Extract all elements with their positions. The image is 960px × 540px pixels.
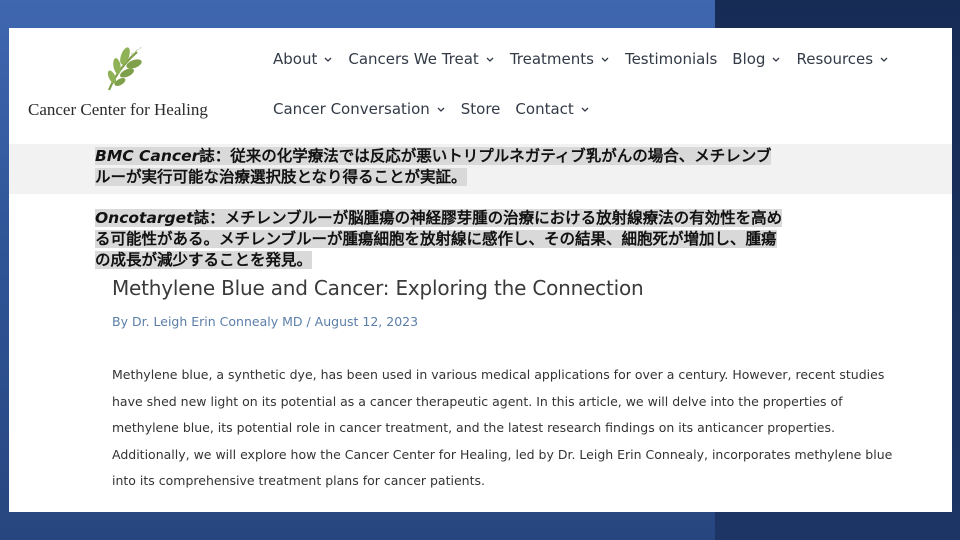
nav-item-cancers-we-treat[interactable]: Cancers We Treat — [348, 50, 494, 68]
highlight-text: ルーが実行可能な治療選択肢となり得ることが実証。 — [95, 168, 467, 186]
main-nav-row-1: About Cancers We Treat Treatments Testim… — [273, 50, 904, 68]
nav-label: Cancer Conversation — [273, 100, 430, 118]
highlight-bmc-cancer: BMC Cancer誌：従来の化学療法では反応が悪いトリプルネガティブ乳がんの場… — [95, 146, 895, 188]
chevron-down-icon — [436, 104, 446, 114]
nav-item-contact[interactable]: Contact — [515, 100, 589, 118]
chevron-down-icon — [600, 54, 610, 64]
highlight-text: の成長が減少することを発見。 — [95, 251, 313, 269]
site-logo-text[interactable]: Cancer Center for Healing — [28, 100, 208, 120]
article-title: Methylene Blue and Cancer: Exploring the… — [112, 276, 644, 300]
highlight-oncotarget: Oncotarget誌：メチレンブルーが脳腫瘍の神経膠芽腫の治療における放射線療… — [95, 208, 895, 271]
webpage-screenshot: Cancer Center for Healing About Cancers … — [9, 28, 952, 512]
nav-label: Blog — [732, 50, 766, 68]
nav-item-treatments[interactable]: Treatments — [510, 50, 610, 68]
nav-item-store[interactable]: Store — [461, 100, 501, 118]
nav-label: Treatments — [509, 50, 594, 68]
highlight-text: 誌：従来の化学療法では反応が悪いトリプルネガティブ乳がんの場合、メチレンブ — [199, 147, 772, 165]
nav-item-cancer-conversation[interactable]: Cancer Conversation — [273, 100, 446, 118]
nav-label: Testimonials — [624, 50, 718, 68]
main-nav-row-2: Cancer Conversation Store Contact — [273, 100, 605, 118]
nav-label: Store — [460, 100, 501, 118]
chevron-down-icon — [771, 54, 781, 64]
nav-label: About — [273, 50, 318, 68]
chevron-down-icon — [879, 54, 889, 64]
journal-name: BMC Cancer — [95, 147, 200, 165]
nav-label: Resources — [796, 50, 874, 68]
byline-prefix: By — [112, 314, 132, 329]
article-body: Methylene blue, a synthetic dye, has bee… — [112, 367, 893, 488]
highlight-text: 誌：メチレンブルーが脳腫瘍の神経膠芽腫の治療における放射線療法の有効性を高め — [193, 209, 783, 227]
chevron-down-icon — [485, 54, 495, 64]
article-date: August 12, 2023 — [314, 314, 419, 329]
byline-separator: / — [302, 314, 315, 329]
article-byline: By Dr. Leigh Erin Connealy MD / August 1… — [112, 314, 418, 329]
highlight-text: る可能性がある。メチレンブルーが腫瘍細胞を放射線に感作し、その結果、細胞死が増加… — [95, 230, 777, 248]
nav-item-testimonials[interactable]: Testimonials — [625, 50, 717, 68]
olive-branch-logo-icon[interactable] — [101, 46, 143, 92]
journal-name: Oncotarget — [95, 209, 194, 227]
nav-label: Cancers We Treat — [348, 50, 479, 68]
nav-item-resources[interactable]: Resources — [796, 50, 889, 68]
author-link[interactable]: Dr. Leigh Erin Connealy MD — [132, 314, 303, 329]
chevron-down-icon — [580, 104, 590, 114]
nav-item-about[interactable]: About — [273, 50, 333, 68]
nav-item-blog[interactable]: Blog — [732, 50, 781, 68]
nav-label: Contact — [515, 100, 574, 118]
chevron-down-icon — [323, 54, 333, 64]
